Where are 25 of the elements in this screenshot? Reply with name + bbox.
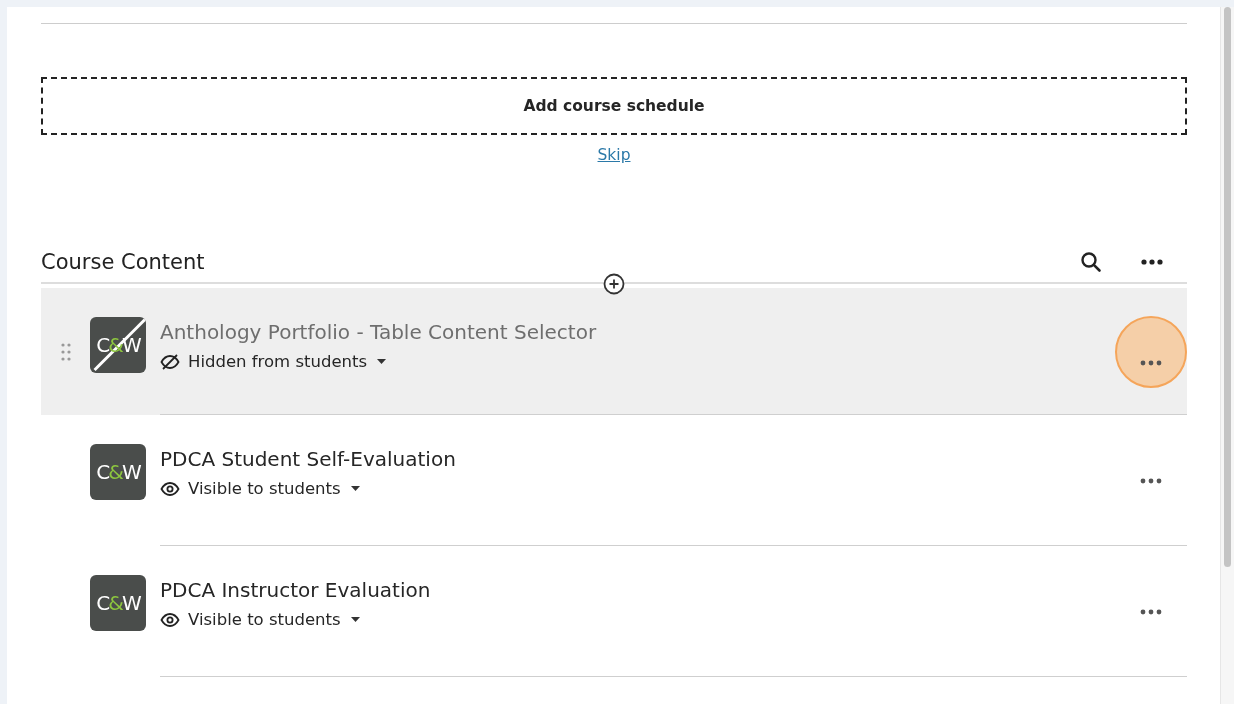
caret-icon — [350, 486, 360, 491]
eye-icon — [160, 610, 180, 629]
content-title-link[interactable]: Anthology Portfolio - Table Content Selector — [160, 320, 597, 344]
course-logo: C&W — [90, 444, 146, 500]
content-title-link[interactable]: PDCA Instructor Evaluation — [160, 578, 431, 602]
more-icon[interactable] — [1141, 259, 1163, 265]
eye-slash-icon — [160, 352, 180, 371]
visibility-dropdown[interactable]: Visible to students — [160, 610, 360, 629]
section-title: Course Content — [41, 250, 205, 274]
course-logo: C&W — [90, 575, 146, 631]
drag-handle-icon[interactable] — [60, 342, 71, 361]
content-title-link[interactable]: PDCA Student Self-Evaluation — [160, 447, 456, 471]
eye-icon — [160, 479, 180, 498]
skip-link[interactable]: Skip — [597, 146, 631, 164]
add-course-schedule-button[interactable]: Add course schedule — [41, 77, 1187, 135]
add-content-icon[interactable] — [603, 273, 625, 295]
more-icon[interactable] — [1140, 477, 1162, 484]
visibility-dropdown[interactable]: Hidden from students — [160, 352, 387, 371]
caret-icon — [350, 617, 360, 622]
search-icon[interactable] — [1080, 251, 1102, 273]
content-item-row[interactable]: C&W PDCA Student Self-Evaluation Visible to students — [41, 415, 1187, 546]
visibility-dropdown[interactable]: Visible to students — [160, 479, 360, 498]
more-icon[interactable] — [1140, 608, 1162, 615]
caret-icon — [377, 359, 387, 364]
content-item-row[interactable]: C&W PDCA Instructor Evaluation Visible to students — [41, 546, 1187, 677]
